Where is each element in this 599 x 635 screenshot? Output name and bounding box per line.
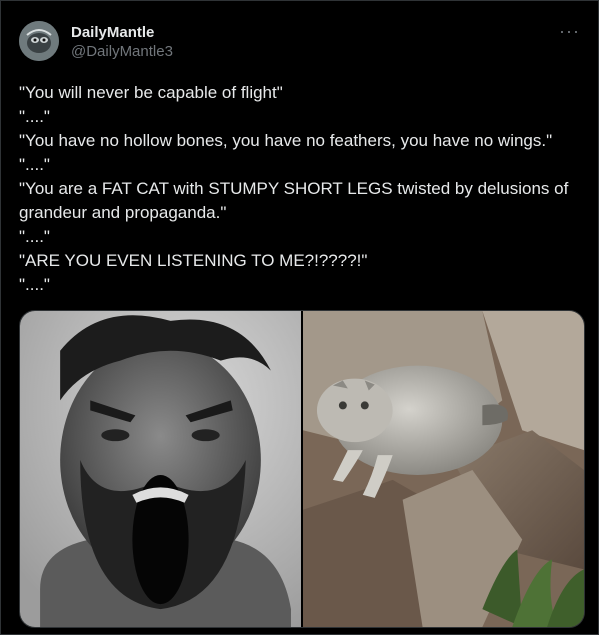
tweet-line: "You will never be capable of flight" <box>19 83 283 102</box>
tweet-text: "You will never be capable of flight" ".… <box>19 81 584 297</box>
tweet-line: "...." <box>19 155 50 174</box>
more-horizontal-icon[interactable]: ··· <box>559 21 580 42</box>
avatar-icon <box>19 21 59 61</box>
author-handle[interactable]: @DailyMantle3 <box>71 43 173 60</box>
avatar[interactable] <box>19 21 59 61</box>
tweet-line: "...." <box>19 227 50 246</box>
tweet-line: "ARE YOU EVEN LISTENING TO ME?!????!" <box>19 251 368 270</box>
author-display-name[interactable]: DailyMantle <box>71 24 154 41</box>
tweet-line: "...." <box>19 107 50 126</box>
shouting-man-photo[interactable] <box>20 311 301 627</box>
tweet-line: "You are a FAT CAT with STUMPY SHORT LEG… <box>19 179 574 222</box>
tweet-card[interactable]: DailyMantle @DailyMantle3 ··· "You will … <box>0 0 599 635</box>
tweet-line: "...." <box>19 275 50 294</box>
media-grid <box>19 310 585 628</box>
tweet-line: "You have no hollow bones, you have no f… <box>19 131 553 150</box>
jumping-cat-photo[interactable] <box>303 311 584 627</box>
